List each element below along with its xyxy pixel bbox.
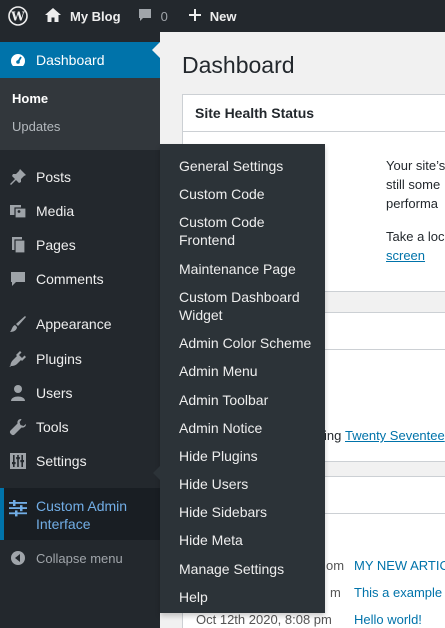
comment-bubble-icon xyxy=(137,7,153,26)
svg-text:W: W xyxy=(10,10,25,24)
wordpress-logo-icon[interactable]: W xyxy=(0,0,36,32)
home-icon xyxy=(44,7,62,26)
sidebar-label-custom-admin-interface: Custom Admin Interface xyxy=(36,498,128,532)
current-menu-arrow xyxy=(152,42,160,58)
site-health-title: Site Health Status xyxy=(183,95,445,132)
sidebar-label-plugins: Plugins xyxy=(36,351,82,367)
sidebar-label-settings: Settings xyxy=(36,453,87,469)
sidebar-label-users: Users xyxy=(36,385,73,401)
sidebar-label-pages: Pages xyxy=(36,237,76,253)
sidebar-item-comments[interactable]: Comments xyxy=(0,262,160,296)
site-health-line-2: still some xyxy=(386,177,441,192)
admin-toolbar: W My Blog 0 New xyxy=(0,0,445,32)
comments-link[interactable]: 0 xyxy=(121,0,168,32)
media-icon xyxy=(0,202,36,220)
flyout-pointer-arrow xyxy=(153,466,160,480)
flyout-item-hide-meta[interactable]: Hide Meta xyxy=(179,531,319,549)
activity-post-link-1[interactable]: MY NEW ARTIC xyxy=(354,556,445,575)
activity-date-1: om xyxy=(326,558,345,573)
sidebar-item-custom-admin-interface[interactable]: Custom Admin Interface xyxy=(0,488,160,540)
wrench-icon xyxy=(0,418,36,436)
submenu-item-home[interactable]: Home xyxy=(12,91,48,106)
sliders-icon xyxy=(0,497,36,517)
sidebar-item-plugins[interactable]: Plugins xyxy=(0,342,160,376)
new-label: New xyxy=(209,8,237,24)
sidebar-item-posts[interactable]: Posts xyxy=(0,160,160,194)
sidebar-label-comments: Comments xyxy=(36,271,104,287)
sidebar-item-settings[interactable]: Settings xyxy=(0,444,160,478)
flyout-item-admin-menu[interactable]: Admin Menu xyxy=(179,362,319,380)
sidebar-label-appearance: Appearance xyxy=(36,316,112,332)
user-icon xyxy=(0,384,36,402)
comment-icon xyxy=(0,270,36,288)
plugin-icon xyxy=(0,350,36,368)
sidebar-item-appearance[interactable]: Appearance xyxy=(0,307,160,341)
flyout-item-hide-sidebars[interactable]: Hide Sidebars xyxy=(179,503,319,521)
activity-date-2: m xyxy=(330,585,341,600)
flyout-item-general-settings[interactable]: General Settings xyxy=(179,157,319,175)
dashboard-gauge-icon xyxy=(0,51,36,69)
site-health-line-1: Your site’s xyxy=(386,158,445,173)
activity-post-link-3[interactable]: Hello world! xyxy=(354,610,422,628)
collapse-menu-button[interactable]: Collapse menu xyxy=(0,546,160,570)
sidebar-item-users[interactable]: Users xyxy=(0,376,160,410)
sidebar-label-media: Media xyxy=(36,203,75,219)
pages-icon xyxy=(0,236,36,254)
collapse-menu-label: Collapse menu xyxy=(36,550,123,566)
site-health-screen-link[interactable]: screen xyxy=(386,246,425,265)
plus-icon xyxy=(188,8,202,25)
sidebar-label-posts: Posts xyxy=(36,169,72,185)
flyout-item-custom-code[interactable]: Custom Code xyxy=(179,185,319,203)
dashboard-submenu: Home Updates xyxy=(0,78,160,150)
flyout-item-admin-toolbar[interactable]: Admin Toolbar xyxy=(179,391,319,409)
new-content-button[interactable]: New xyxy=(168,0,237,32)
flyout-item-admin-color-scheme[interactable]: Admin Color Scheme xyxy=(179,334,319,352)
sidebar-item-media[interactable]: Media xyxy=(0,194,160,228)
flyout-item-manage-settings[interactable]: Manage Settings xyxy=(179,560,319,578)
flyout-item-help[interactable]: Help xyxy=(179,588,319,606)
pin-icon xyxy=(0,168,36,186)
admin-sidebar: Dashboard Home Updates Posts Media Pages… xyxy=(0,32,160,628)
submenu-item-updates[interactable]: Updates xyxy=(12,119,60,134)
site-health-take-text: Take a loc xyxy=(386,229,445,244)
sidebar-label-dashboard: Dashboard xyxy=(36,52,105,68)
sidebar-item-tools[interactable]: Tools xyxy=(0,410,160,444)
sidebar-item-pages[interactable]: Pages xyxy=(0,228,160,262)
sidebar-item-dashboard[interactable]: Dashboard xyxy=(0,42,160,78)
brush-icon xyxy=(0,315,36,333)
flyout-item-hide-users[interactable]: Hide Users xyxy=(179,475,319,493)
flyout-item-maintenance-page[interactable]: Maintenance Page xyxy=(179,260,319,278)
sidebar-label-tools: Tools xyxy=(36,419,69,435)
page-title: Dashboard xyxy=(182,52,295,78)
collapse-arrow-icon xyxy=(0,550,36,566)
site-health-line-3: performa xyxy=(386,196,439,211)
site-name-link[interactable]: My Blog xyxy=(36,0,121,32)
site-name-label: My Blog xyxy=(70,8,121,24)
flyout-item-custom-code-frontend[interactable]: Custom Code Frontend xyxy=(179,213,289,249)
activity-post-link-2[interactable]: This a example xyxy=(354,583,442,602)
theme-link[interactable]: Twenty Seventee xyxy=(345,426,445,445)
comments-count: 0 xyxy=(160,8,168,24)
settings-sliders-icon xyxy=(0,452,36,470)
flyout-item-admin-notice[interactable]: Admin Notice xyxy=(179,419,319,437)
flyout-item-hide-plugins[interactable]: Hide Plugins xyxy=(179,447,319,465)
custom-admin-flyout-menu: General Settings Custom Code Custom Code… xyxy=(160,144,325,613)
theme-text: ing xyxy=(324,428,342,443)
flyout-item-custom-dashboard-widget[interactable]: Custom Dashboard Widget xyxy=(179,288,309,324)
active-indicator xyxy=(0,488,4,540)
